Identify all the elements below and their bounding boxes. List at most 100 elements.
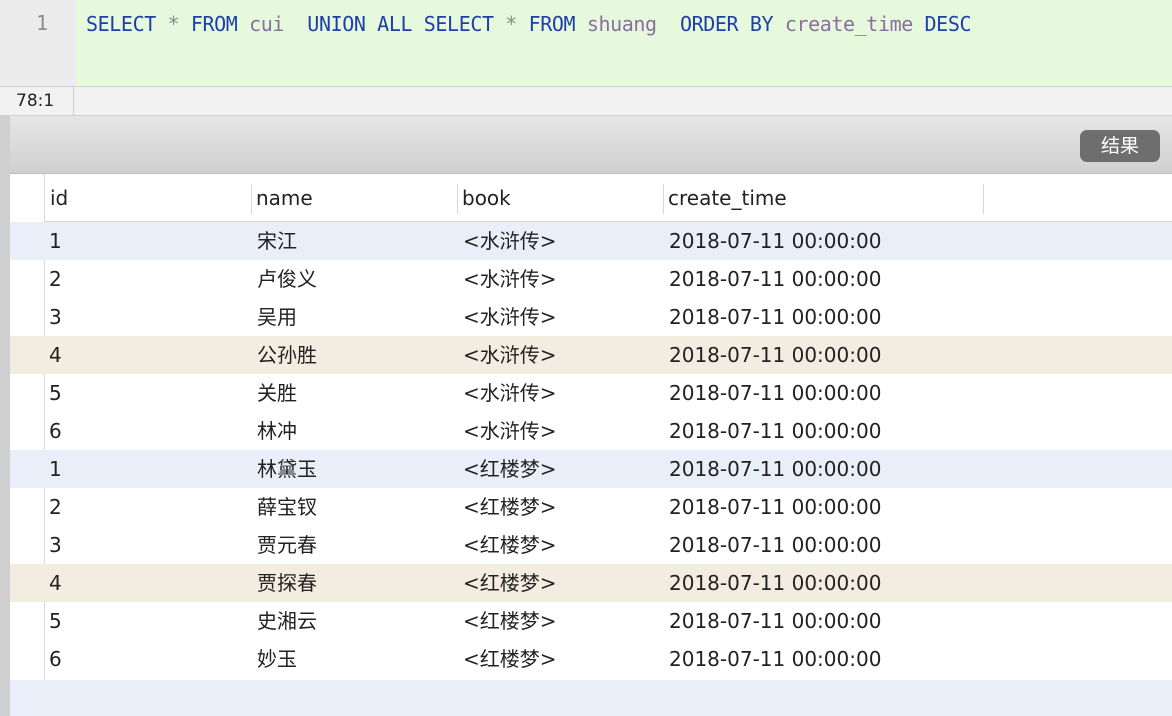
cell-id[interactable]: 4 (49, 564, 62, 602)
cell-book[interactable]: <水浒传> (463, 374, 557, 412)
sql-operator: * (505, 12, 517, 36)
row-selector[interactable] (10, 602, 45, 640)
column-divider[interactable] (983, 184, 984, 214)
cell-create-time[interactable]: 2018-07-11 00:00:00 (669, 602, 881, 640)
row-selector[interactable] (10, 412, 45, 450)
cell-create-time[interactable]: 2018-07-11 00:00:00 (669, 526, 881, 564)
cell-id[interactable]: 5 (49, 602, 62, 640)
column-header-book[interactable]: book (457, 174, 663, 222)
cell-id[interactable]: 3 (49, 526, 62, 564)
cell-create-time[interactable]: 2018-07-11 00:00:00 (669, 374, 881, 412)
cell-create-time[interactable]: 2018-07-11 00:00:00 (669, 412, 881, 450)
cell-book[interactable]: <红楼梦> (463, 602, 557, 640)
table-row[interactable]: 6 妙玉 <红楼梦> 2018-07-11 00:00:00 (45, 640, 1172, 678)
row-selector[interactable] (10, 222, 45, 260)
cell-book[interactable]: <水浒传> (463, 260, 557, 298)
table-row[interactable]: 2 卢俊义 <水浒传> 2018-07-11 00:00:00 (45, 260, 1172, 298)
sql-space (284, 12, 307, 36)
row-selector[interactable] (10, 450, 45, 488)
sql-keyword: ALL (377, 12, 413, 36)
sql-space (156, 12, 168, 36)
sql-query-text[interactable]: SELECT * FROM cui UNION ALL SELECT * FRO… (86, 11, 972, 37)
table-row[interactable]: 4 公孙胜 <水浒传> 2018-07-11 00:00:00 (45, 336, 1172, 374)
cell-name[interactable]: 林冲 (257, 412, 297, 450)
cell-id[interactable]: 6 (49, 640, 62, 678)
cell-book[interactable]: <水浒传> (463, 298, 557, 336)
current-line[interactable]: SELECT * FROM cui UNION ALL SELECT * FRO… (76, 0, 1172, 86)
column-header-name[interactable]: name (251, 174, 457, 222)
table-row[interactable]: 4 贾探春 <红楼梦> 2018-07-11 00:00:00 (45, 564, 1172, 602)
cell-id[interactable]: 4 (49, 336, 62, 374)
sql-space (913, 12, 925, 36)
sql-identifier: shuang (586, 12, 657, 36)
cell-book[interactable]: <水浒传> (463, 412, 557, 450)
table-row[interactable]: 3 吴用 <水浒传> 2018-07-11 00:00:00 (45, 298, 1172, 336)
cell-id[interactable]: 3 (49, 298, 62, 336)
cell-name[interactable]: 关胜 (257, 374, 297, 412)
cell-book[interactable]: <红楼梦> (463, 450, 557, 488)
sql-space (179, 12, 191, 36)
row-selector[interactable] (10, 260, 45, 298)
cell-name[interactable]: 宋江 (257, 222, 297, 260)
cell-name[interactable]: 贾探春 (257, 564, 317, 602)
cell-name[interactable]: 妙玉 (257, 640, 297, 678)
empty-row-selector (10, 680, 45, 716)
sql-space (738, 12, 750, 36)
cell-book[interactable]: <红楼梦> (463, 488, 557, 526)
row-selector[interactable] (10, 488, 45, 526)
row-selector[interactable] (10, 526, 45, 564)
sql-keyword: ORDER (679, 12, 739, 36)
cell-name[interactable]: 卢俊义 (257, 260, 317, 298)
cell-id[interactable]: 2 (49, 488, 62, 526)
cell-name[interactable]: 薛宝钗 (257, 488, 317, 526)
cell-name[interactable]: 林黛玉 (257, 450, 317, 488)
cell-create-time[interactable]: 2018-07-11 00:00:00 (669, 222, 881, 260)
cell-book[interactable]: <红楼梦> (463, 640, 557, 678)
cell-id[interactable]: 1 (49, 222, 62, 260)
table-row[interactable]: 2 薛宝钗 <红楼梦> 2018-07-11 00:00:00 (45, 488, 1172, 526)
sql-editor[interactable]: 1 SELECT * FROM cui UNION ALL SELECT * F… (0, 0, 1172, 86)
cell-name[interactable]: 贾元春 (257, 526, 317, 564)
cell-name[interactable]: 史湘云 (257, 602, 317, 640)
cell-create-time[interactable]: 2018-07-11 00:00:00 (669, 450, 881, 488)
cell-book[interactable]: <红楼梦> (463, 564, 557, 602)
table-row[interactable]: 1 林黛玉 <红楼梦> 2018-07-11 00:00:00 (45, 450, 1172, 488)
cell-id[interactable]: 5 (49, 374, 62, 412)
sql-identifier: cui (249, 12, 284, 36)
table-row[interactable]: 1 宋江 <水浒传> 2018-07-11 00:00:00 (45, 222, 1172, 260)
table-row[interactable]: 6 林冲 <水浒传> 2018-07-11 00:00:00 (45, 412, 1172, 450)
cell-book[interactable]: <水浒传> (463, 336, 557, 374)
sql-space (412, 12, 424, 36)
table-row[interactable]: 5 关胜 <水浒传> 2018-07-11 00:00:00 (45, 374, 1172, 412)
results-toolbar: 结果 (0, 116, 1172, 174)
sql-space (773, 12, 785, 36)
cell-create-time[interactable]: 2018-07-11 00:00:00 (669, 260, 881, 298)
cell-name[interactable]: 公孙胜 (257, 336, 317, 374)
cell-create-time[interactable]: 2018-07-11 00:00:00 (669, 640, 881, 678)
row-selector[interactable] (10, 298, 45, 336)
sql-keyword: SELECT (423, 12, 494, 36)
cell-id[interactable]: 6 (49, 412, 62, 450)
sql-space (494, 12, 506, 36)
table-row[interactable]: 3 贾元春 <红楼梦> 2018-07-11 00:00:00 (45, 526, 1172, 564)
cell-book[interactable]: <水浒传> (463, 222, 557, 260)
cell-book[interactable]: <红楼梦> (463, 526, 557, 564)
column-header-id[interactable]: id (45, 174, 251, 222)
cell-id[interactable]: 2 (49, 260, 62, 298)
cell-name[interactable]: 吴用 (257, 298, 297, 336)
cell-create-time[interactable]: 2018-07-11 00:00:00 (669, 488, 881, 526)
cell-id[interactable]: 1 (49, 450, 62, 488)
cell-create-time[interactable]: 2018-07-11 00:00:00 (669, 564, 881, 602)
row-selector[interactable] (10, 640, 45, 678)
result-grid[interactable]: id name book create_time 1 宋江 <水浒传> 2018-07… (10, 174, 1172, 716)
column-header-create-time[interactable]: create_time (663, 174, 983, 222)
row-selector[interactable] (10, 374, 45, 412)
result-tab[interactable]: 结果 (1080, 130, 1160, 162)
cell-create-time[interactable]: 2018-07-11 00:00:00 (669, 298, 881, 336)
sql-keyword: FROM (190, 12, 238, 36)
row-selector[interactable] (10, 564, 45, 602)
table-row[interactable]: 5 史湘云 <红楼梦> 2018-07-11 00:00:00 (45, 602, 1172, 640)
sql-space (575, 12, 587, 36)
row-selector[interactable] (10, 336, 45, 374)
cell-create-time[interactable]: 2018-07-11 00:00:00 (669, 336, 881, 374)
